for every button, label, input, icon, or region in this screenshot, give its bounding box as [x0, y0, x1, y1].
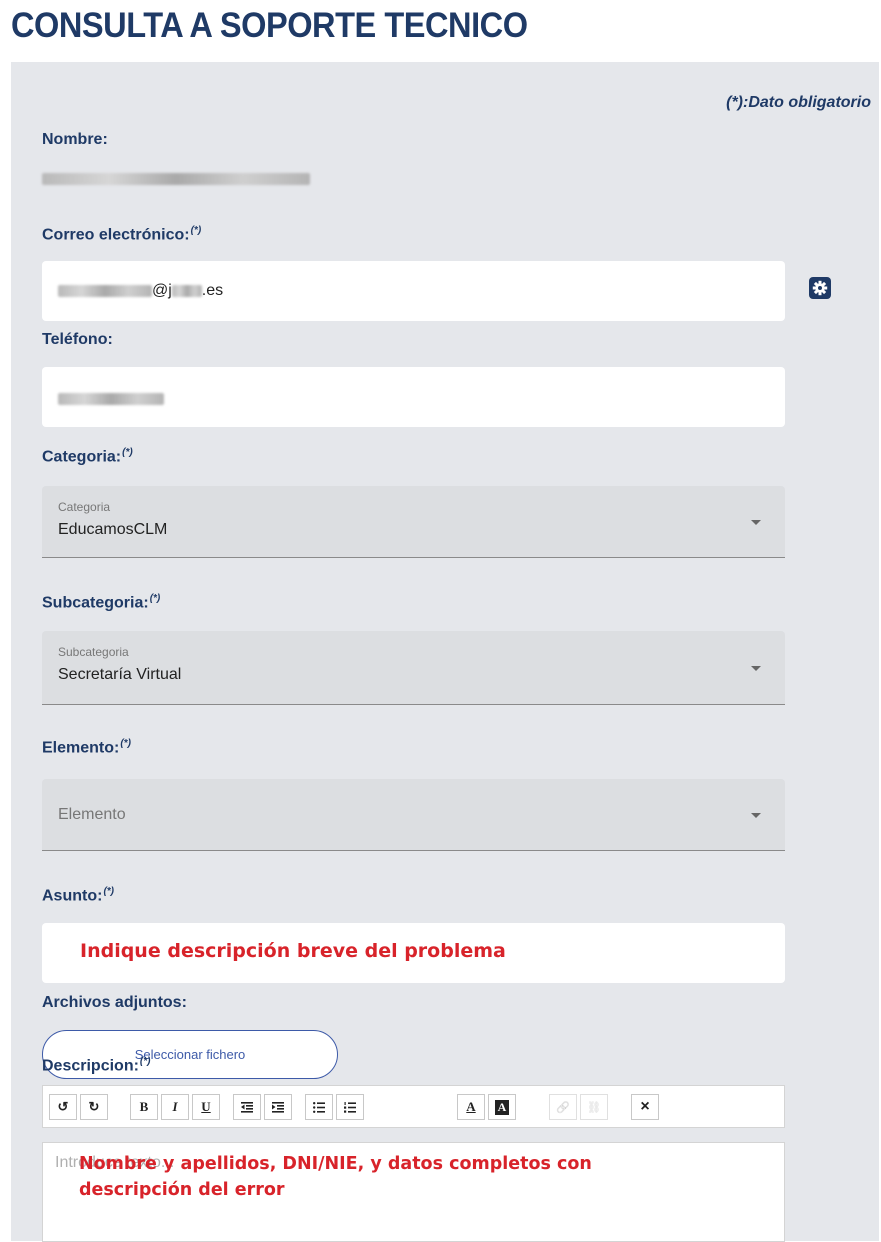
- elemento-label: Elemento:(*): [42, 738, 131, 757]
- adjuntos-label: Archivos adjuntos:: [42, 994, 187, 1011]
- underline-button[interactable]: U: [192, 1094, 220, 1120]
- undo-button[interactable]: ↺: [49, 1094, 77, 1120]
- categoria-float-label: Categoria: [58, 500, 111, 514]
- numbered-list-icon: [344, 1101, 356, 1113]
- chevron-down-icon: [751, 520, 761, 525]
- asunto-field[interactable]: Indique descripción breve del problema: [42, 923, 785, 983]
- description-hint: Nombre y apellidos, DNI/NIE, y datos com…: [79, 1154, 592, 1200]
- chevron-down-icon: [751, 666, 761, 671]
- support-form: (*):Dato obligatorio Nombre: Correo elec…: [11, 62, 879, 1242]
- subcategoria-float-label: Subcategoria: [58, 645, 129, 659]
- telefono-label: Teléfono:: [42, 331, 113, 348]
- editor-toolbar: ↺ ↻ B I U A A 🔗 ⛓ ×: [42, 1085, 785, 1128]
- email-label: Correo electrónico:(*): [42, 225, 202, 244]
- email-field[interactable]: @j .es: [42, 261, 785, 321]
- email-domain-redacted: [171, 284, 202, 297]
- indent-icon: [272, 1101, 284, 1113]
- subcategoria-select[interactable]: Subcategoria Secretaría Virtual: [42, 631, 785, 705]
- asunto-value: Indique descripción breve del problema: [80, 940, 506, 962]
- categoria-select[interactable]: Categoria EducamosCLM: [42, 486, 785, 558]
- bold-button[interactable]: B: [130, 1094, 158, 1120]
- indent-right-button[interactable]: [264, 1094, 292, 1120]
- redo-button[interactable]: ↻: [80, 1094, 108, 1120]
- description-editor[interactable]: Introduce texto... Nombre y apellidos, D…: [42, 1142, 785, 1242]
- categoria-label: Categoria:(*): [42, 447, 133, 466]
- unlink-icon[interactable]: ⛓: [580, 1094, 608, 1120]
- subcategoria-value: Secretaría Virtual: [58, 666, 182, 683]
- page-title: CONSULTA A SOPORTE TECNICO: [11, 6, 528, 45]
- required-note: (*):Dato obligatorio: [726, 94, 871, 111]
- categoria-value: EducamosCLM: [58, 521, 168, 538]
- telefono-redacted: [58, 392, 164, 405]
- bullet-list-icon: [313, 1101, 325, 1113]
- font-color-button[interactable]: A: [457, 1094, 485, 1120]
- nombre-label: Nombre:: [42, 131, 108, 148]
- clear-format-button[interactable]: ×: [631, 1094, 659, 1120]
- telefono-field[interactable]: [42, 367, 785, 427]
- email-user-redacted: [58, 284, 152, 297]
- bullet-list-button[interactable]: [305, 1094, 333, 1120]
- background-color-button[interactable]: A: [488, 1094, 516, 1120]
- asunto-label: Asunto:(*): [42, 886, 114, 905]
- numbered-list-button[interactable]: [336, 1094, 364, 1120]
- nombre-value: [42, 170, 310, 186]
- elemento-select[interactable]: Elemento: [42, 779, 785, 851]
- subcategoria-label: Subcategoria:(*): [42, 593, 161, 612]
- descripcion-label: Descripcion:(*): [42, 1056, 151, 1075]
- indent-left-button[interactable]: [233, 1094, 261, 1120]
- chevron-down-icon: [751, 813, 761, 818]
- gear-icon[interactable]: [809, 277, 831, 299]
- italic-button[interactable]: I: [161, 1094, 189, 1120]
- elemento-placeholder: Elemento: [58, 806, 126, 823]
- link-icon[interactable]: 🔗: [549, 1094, 577, 1120]
- outdent-icon: [241, 1101, 253, 1113]
